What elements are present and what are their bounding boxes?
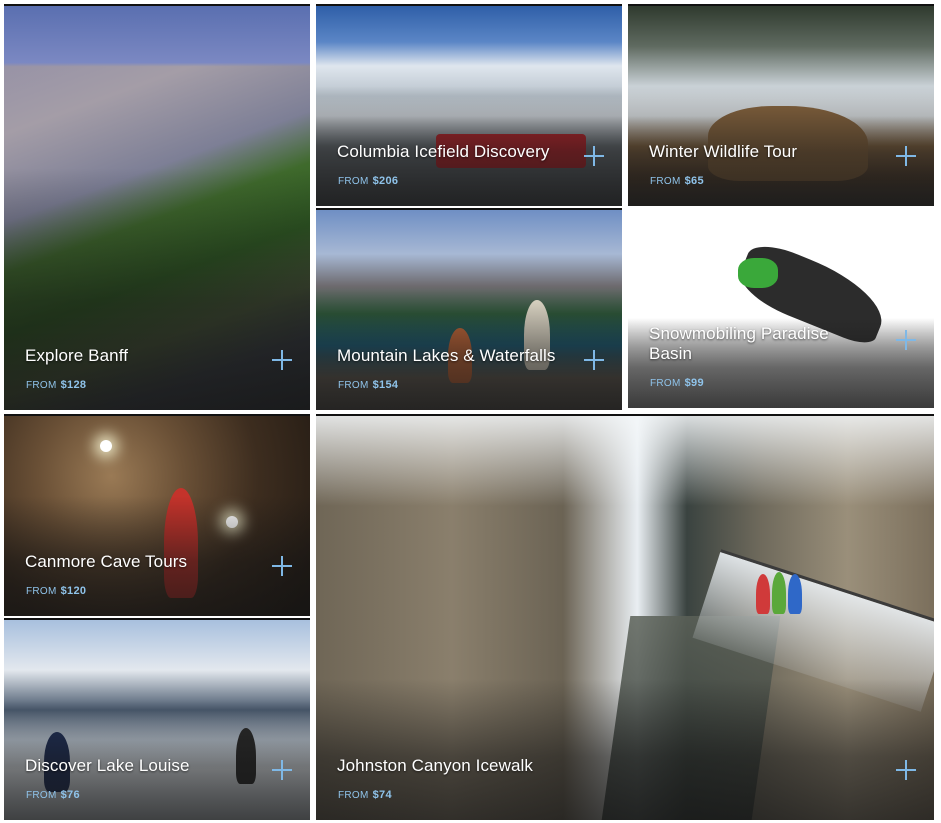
plus-icon[interactable] bbox=[584, 350, 604, 370]
tour-card-mountain-lakes[interactable]: Mountain Lakes & Waterfalls FROM $154 bbox=[316, 208, 622, 410]
plus-icon[interactable] bbox=[272, 350, 292, 370]
plus-icon[interactable] bbox=[896, 330, 916, 350]
tour-price: FROM $206 bbox=[338, 175, 399, 187]
tour-price: FROM $120 bbox=[26, 585, 87, 597]
rider-shape bbox=[738, 258, 778, 288]
tour-title: Explore Banff bbox=[25, 346, 129, 365]
tour-title: Canmore Cave Tours bbox=[25, 552, 188, 571]
tour-price: FROM $74 bbox=[338, 789, 392, 801]
plus-icon[interactable] bbox=[896, 760, 916, 780]
tour-title: Winter Wildlife Tour bbox=[649, 142, 798, 161]
tour-price: FROM $65 bbox=[650, 175, 704, 187]
tour-title: Johnston Canyon Icewalk bbox=[337, 756, 534, 775]
tour-card-columbia-icefield[interactable]: Columbia Icefield Discovery FROM $206 bbox=[316, 4, 622, 206]
tour-title: Mountain Lakes & Waterfalls bbox=[337, 346, 556, 365]
plus-icon[interactable] bbox=[584, 146, 604, 166]
tour-card-snowmobiling[interactable]: Snowmobiling Paradise Basin FROM $99 bbox=[628, 208, 934, 408]
tour-grid: Explore Banff FROM $128 Columbia Icefield… bbox=[0, 0, 941, 823]
tour-title: Snowmobiling Paradise Basin bbox=[649, 324, 829, 363]
tour-card-lake-louise[interactable]: Discover Lake Louise FROM $76 bbox=[4, 618, 310, 820]
tour-card-explore-banff[interactable]: Explore Banff FROM $128 bbox=[4, 4, 310, 410]
tour-price: FROM $128 bbox=[26, 379, 87, 391]
plus-icon[interactable] bbox=[896, 146, 916, 166]
plus-icon[interactable] bbox=[272, 760, 292, 780]
plus-icon[interactable] bbox=[272, 556, 292, 576]
tour-price: FROM $99 bbox=[650, 377, 704, 389]
tour-card-winter-wildlife[interactable]: Winter Wildlife Tour FROM $65 bbox=[628, 4, 934, 206]
tour-title: Columbia Icefield Discovery bbox=[337, 142, 550, 161]
headlamp-light bbox=[100, 440, 112, 452]
tour-card-johnston-canyon[interactable]: Johnston Canyon Icewalk FROM $74 bbox=[316, 414, 934, 820]
tour-title: Discover Lake Louise bbox=[25, 756, 190, 775]
tour-price: FROM $76 bbox=[26, 789, 80, 801]
tour-card-canmore-cave[interactable]: Canmore Cave Tours FROM $120 bbox=[4, 414, 310, 616]
tour-price: FROM $154 bbox=[338, 379, 399, 391]
